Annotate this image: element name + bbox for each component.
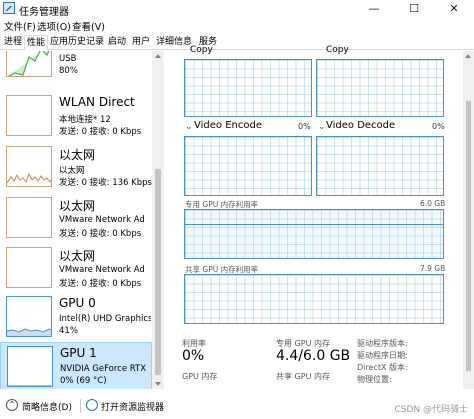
chevron-up-icon[interactable]: ⌃	[6, 399, 18, 411]
engine-graph-copy-right	[316, 59, 444, 117]
device-subtitle: NVIDIA GeForce RTX	[60, 364, 147, 374]
scrollbar-thumb[interactable]	[466, 101, 471, 371]
device-item-vmware-ethernet-1[interactable]: 以太网 VMware Network Ad 发送: 0 接收: 0 Kbps	[0, 194, 152, 243]
engine-label-copy-right: Copy	[326, 45, 349, 55]
shared-gpu-memory-label: 共享 GPU 内存	[276, 372, 330, 381]
tab-startup[interactable]: 启动	[106, 35, 128, 50]
device-list-scrollbar[interactable]	[152, 51, 164, 389]
device-status: 发送: 0 接收: 0 Kbps	[59, 127, 142, 137]
device-item-ethernet[interactable]: 以太网 以太网 发送: 0 接收: 136 Kbps	[0, 143, 152, 192]
device-item-usb[interactable]: USB 80%	[0, 51, 152, 82]
device-name: GPU 1	[60, 346, 97, 360]
device-thumbnail	[7, 346, 53, 387]
device-subtitle: VMware Network Ad	[59, 265, 145, 275]
device-name: WLAN Direct	[59, 95, 135, 109]
driver-version-label: 驱动程序版本:	[357, 339, 408, 348]
device-thumbnail	[6, 51, 52, 77]
tab-details[interactable]: 详细信息	[154, 35, 194, 50]
device-thumbnail	[6, 247, 52, 288]
device-status: 发送: 0 接收: 0 Kbps	[59, 229, 142, 239]
device-thumbnail	[6, 296, 52, 337]
device-thumbnail	[6, 197, 52, 238]
device-subtitle: VMware Network Ad	[59, 215, 145, 225]
engine-pct-video-decode: 0%	[432, 122, 445, 131]
task-manager-icon	[3, 2, 15, 14]
tab-bar: 进程 性能 应用历史记录 启动 用户 详细信息 服务	[0, 35, 474, 51]
device-status: 发送: 0 接收: 136 Kbps	[59, 178, 152, 188]
engine-graph-video-encode	[184, 136, 312, 196]
device-name: GPU 0	[59, 296, 96, 310]
device-item-gpu-1[interactable]: GPU 1 NVIDIA GeForce RTX 0% (69 °C)	[0, 342, 152, 389]
device-item-gpu-0[interactable]: GPU 0 Intel(R) UHD Graphics 41%	[0, 293, 152, 342]
scrollbar-thumb[interactable]	[155, 169, 161, 375]
dedicated-memory-graph	[184, 209, 444, 259]
scroll-up-icon[interactable]	[465, 54, 471, 58]
chevron-down-icon[interactable]: ⌄	[185, 122, 193, 132]
memory-usage-line	[185, 224, 443, 225]
shared-memory-max: 7.9 GB	[420, 264, 446, 273]
title-bar: 任务管理器 — ☐ ✕	[0, 0, 474, 18]
engine-label-video-decode[interactable]: Video Decode	[326, 120, 395, 131]
device-thumbnail	[6, 95, 52, 136]
engine-label-video-encode[interactable]: Video Encode	[194, 120, 262, 131]
menu-view[interactable]: 查看(V)	[72, 19, 105, 33]
device-status: 41%	[59, 326, 78, 336]
close-button[interactable]: ✕	[434, 0, 474, 18]
engine-pct-video-encode: 0%	[298, 122, 311, 131]
menu-bar: 文件(F) 选项(O) 查看(V)	[0, 18, 474, 34]
dedicated-memory-max: 6.0 GB	[420, 199, 446, 208]
gpu-detail-panel: Copy Copy ⌄ Video Encode 0% ⌄ Video Deco…	[164, 45, 474, 389]
directx-version-label: DirectX 版本:	[357, 363, 408, 372]
gpu-memory-label: GPU 内存	[182, 372, 218, 381]
physical-location-label: 物理位置:	[357, 375, 392, 384]
window-title: 任务管理器	[19, 7, 69, 18]
engine-graph-video-decode	[316, 136, 444, 196]
engine-label-copy-left: Copy	[190, 45, 213, 55]
device-status: 发送: 0 接收: 0 Kbps	[59, 279, 142, 289]
maximize-button[interactable]: ☐	[394, 0, 434, 18]
tab-processes[interactable]: 进程	[2, 35, 24, 50]
device-subtitle: 本地连接* 12	[59, 115, 111, 125]
watermark: CSDN @代码骑士	[394, 405, 468, 415]
tab-app-history[interactable]: 应用历史记录	[48, 35, 106, 50]
device-subtitle: 以太网	[59, 166, 85, 176]
resource-monitor-icon[interactable]	[86, 399, 98, 411]
device-thumbnail	[6, 146, 52, 187]
status-divider	[80, 399, 81, 413]
tab-users[interactable]: 用户	[130, 35, 152, 50]
chevron-down-icon[interactable]: ⌄	[318, 122, 326, 132]
menu-file[interactable]: 文件(F)	[4, 19, 36, 33]
device-subtitle: USB	[59, 54, 77, 64]
open-resource-monitor-link[interactable]: 打开资源监视器	[101, 400, 164, 413]
menu-options[interactable]: 选项(O)	[37, 19, 71, 33]
device-name: 以太网	[59, 199, 96, 213]
dedicated-gpu-memory-value: 4.4/6.0 GB	[276, 348, 351, 364]
detail-panel-scrollbar[interactable]	[463, 51, 474, 389]
device-name: 以太网	[59, 249, 96, 263]
scroll-up-icon[interactable]	[155, 54, 161, 58]
driver-date-label: 驱动程序日期:	[357, 351, 408, 360]
shared-memory-graph	[184, 274, 444, 324]
device-subtitle: Intel(R) UHD Graphics	[59, 314, 151, 324]
summary-button[interactable]: 简略信息(D)	[22, 400, 72, 413]
device-item-wlan-direct[interactable]: WLAN Direct 本地连接* 12 发送: 0 接收: 0 Kbps	[0, 92, 152, 141]
utilization-value: 0%	[182, 348, 205, 364]
device-item-vmware-ethernet-2[interactable]: 以太网 VMware Network Ad 发送: 0 接收: 0 Kbps	[0, 244, 152, 293]
device-name: 以太网	[59, 148, 96, 162]
tab-performance[interactable]: 性能	[24, 35, 49, 51]
scroll-down-icon[interactable]	[155, 382, 161, 386]
device-status: 80%	[59, 66, 78, 76]
device-list: USB 80% WLAN Direct 本地连接* 12 发送: 0 接收: 0…	[0, 51, 164, 389]
minimize-button[interactable]: —	[354, 0, 394, 18]
engine-graph-copy-left	[184, 59, 312, 117]
device-status: 0% (69 °C)	[60, 376, 107, 386]
status-bar: ⌃ 简略信息(D) 打开资源监视器 CSDN @代码骑士	[0, 396, 474, 419]
